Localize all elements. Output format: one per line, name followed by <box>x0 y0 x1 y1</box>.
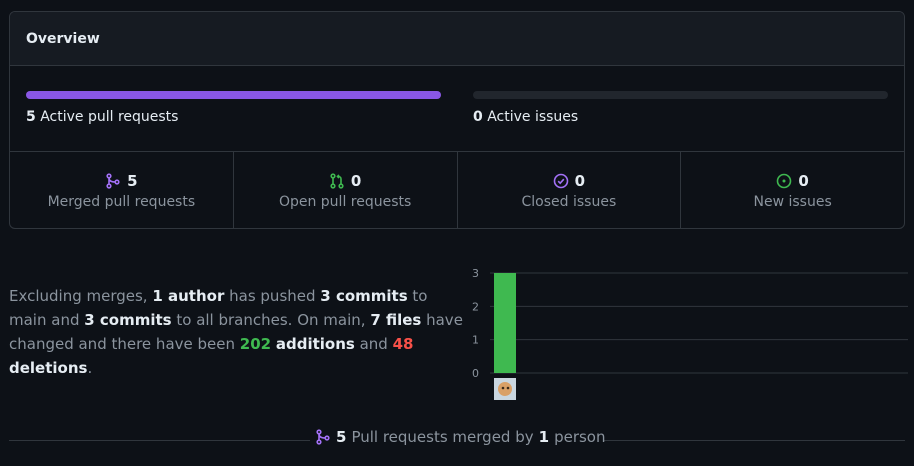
summary-commits-main: 3 commits <box>320 287 408 305</box>
active-issues-text: Active issues <box>487 109 579 125</box>
summary-text: has pushed <box>224 287 321 305</box>
stat-open-prs-value: 0 <box>350 171 362 190</box>
stat-merged-prs-value: 5 <box>127 171 138 190</box>
stat-new-issues-value: 0 <box>798 171 809 190</box>
active-issues-label[interactable]: 0 Active issues <box>473 109 578 125</box>
summary-additions-count: 202 <box>239 335 272 353</box>
stat-open-prs-label: Open pull requests <box>278 193 412 210</box>
footer-divider-left <box>9 440 310 441</box>
active-prs-text: Active pull requests <box>40 109 179 125</box>
issue-opened-icon <box>776 173 792 189</box>
active-prs-bar[interactable] <box>26 91 441 99</box>
footer-suffix: person <box>554 428 606 446</box>
git-merge-icon <box>315 429 331 445</box>
active-prs-count: 5 <box>26 109 36 125</box>
chart-bar[interactable] <box>494 273 516 373</box>
summary-deletions-word: deletions <box>9 359 88 377</box>
stat-closed-issues-label: Closed issues <box>521 193 617 210</box>
chart-ytick-label: 1 <box>472 334 479 347</box>
stat-closed-issues-value: 0 <box>574 171 586 190</box>
overview-panel: Overview 5 Active pull requests 0 Active… <box>9 11 905 229</box>
summary-authors[interactable]: 1 author <box>152 287 224 305</box>
footer-divider-right <box>604 440 905 441</box>
merged-prs-footer[interactable]: 5 Pull requests merged by 1 person <box>315 427 605 447</box>
git-pull-request-icon <box>329 172 345 189</box>
overview-stats: 5 Merged pull requests 0 Open pull reque… <box>10 152 904 228</box>
footer-people-count: 1 <box>538 428 550 446</box>
footer-text: Pull requests merged by <box>351 428 534 446</box>
stat-merged-prs-label: Merged pull requests <box>47 193 196 210</box>
commits-chart-svg: 0 1 2 3 <box>472 267 908 400</box>
active-issues-bar[interactable] <box>473 91 888 99</box>
summary-additions-word: additions <box>275 335 355 353</box>
chart-ytick-label: 0 <box>472 367 479 380</box>
commits-chart: 0 1 2 3 <box>468 262 908 407</box>
active-prs-bar-fill <box>26 91 441 99</box>
footer-pr-count: 5 <box>336 428 347 446</box>
commit-summary: Excluding merges, 1 author has pushed 3 … <box>9 284 464 380</box>
summary-commits-all: 3 commits <box>84 311 172 329</box>
git-merge-icon <box>105 172 121 189</box>
active-issues-count: 0 <box>473 109 483 125</box>
active-prs-label[interactable]: 5 Active pull requests <box>26 109 178 125</box>
stat-closed-issues[interactable]: 0 Closed issues <box>458 152 682 228</box>
stat-new-issues-label: New issues <box>753 193 832 210</box>
summary-text: to all branches. On main, <box>171 311 371 329</box>
activity-bars: 5 Active pull requests 0 Active issues <box>10 66 904 152</box>
issue-closed-icon <box>553 173 569 189</box>
stat-merged-prs[interactable]: 5 Merged pull requests <box>10 152 234 228</box>
summary-files: 7 files <box>370 311 422 329</box>
chart-ytick-label: 2 <box>472 300 479 313</box>
summary-text: Excluding merges, <box>9 287 153 305</box>
summary-deletions-count: 48 <box>392 335 414 353</box>
summary-text: . <box>87 359 93 377</box>
overview-title: Overview <box>10 12 904 66</box>
stat-open-prs[interactable]: 0 Open pull requests <box>234 152 458 228</box>
author-avatar-icon[interactable] <box>494 378 516 400</box>
stat-new-issues[interactable]: 0 New issues <box>681 152 904 228</box>
chart-ytick-label: 3 <box>472 267 479 280</box>
summary-text: and <box>354 335 393 353</box>
